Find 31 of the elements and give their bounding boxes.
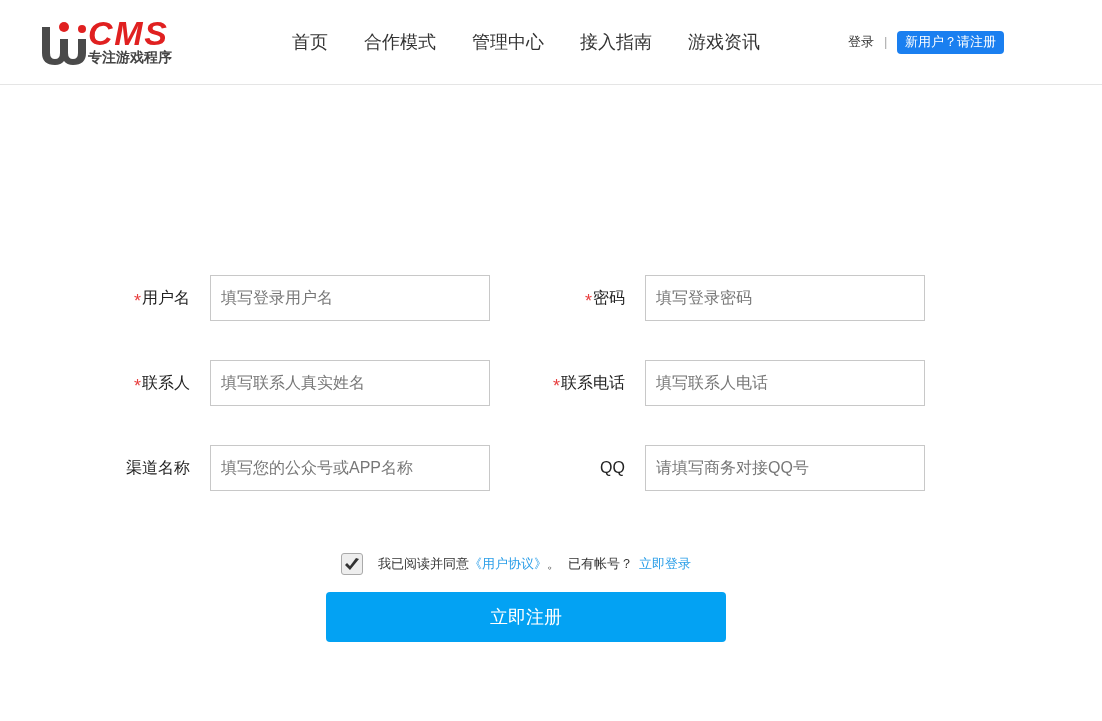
input-field[interactable]: 请填写商务对接QQ号 xyxy=(645,445,925,491)
has-account-text: 已有帐号？ xyxy=(568,555,633,574)
login-link[interactable]: 登录 xyxy=(848,32,874,52)
input-field[interactable]: 填写联系人电话 xyxy=(645,360,925,406)
agreement-text: 我已阅读并同意 xyxy=(378,555,469,574)
required-mark: * xyxy=(134,377,141,395)
input-field[interactable]: 填写登录密码 xyxy=(645,275,925,321)
field-label: 联系电话 xyxy=(561,373,625,393)
field-label: 用户名 xyxy=(142,288,190,308)
register-button[interactable]: 新用户？请注册 xyxy=(897,30,1005,54)
nav-link[interactable]: 游戏资讯 xyxy=(688,28,760,56)
field-label: 渠道名称 xyxy=(126,458,190,478)
input-field[interactable]: 填写登录用户名 xyxy=(210,275,490,321)
period: 。 xyxy=(547,555,560,574)
required-mark: * xyxy=(134,292,141,310)
input-field[interactable]: 填写您的公众号或APP名称 xyxy=(210,445,490,491)
nav-link[interactable]: 管理中心 xyxy=(472,28,544,56)
logo-wordmark: CMS xyxy=(88,18,169,48)
nav-link[interactable]: 首页 xyxy=(292,28,328,56)
field-label: 联系人 xyxy=(142,373,190,393)
required-mark: * xyxy=(553,377,560,395)
separator: | xyxy=(884,33,888,52)
nav-link[interactable]: 合作模式 xyxy=(364,28,436,56)
check-icon xyxy=(344,557,360,571)
agree-checkbox[interactable] xyxy=(341,553,363,575)
input-field[interactable]: 填写联系人真实姓名 xyxy=(210,360,490,406)
required-mark: * xyxy=(585,292,592,310)
logo-tagline: 专注游戏程序 xyxy=(88,48,172,66)
nav-link[interactable]: 接入指南 xyxy=(580,28,652,56)
field-label: QQ xyxy=(600,458,625,478)
field-label: 密码 xyxy=(593,288,625,308)
